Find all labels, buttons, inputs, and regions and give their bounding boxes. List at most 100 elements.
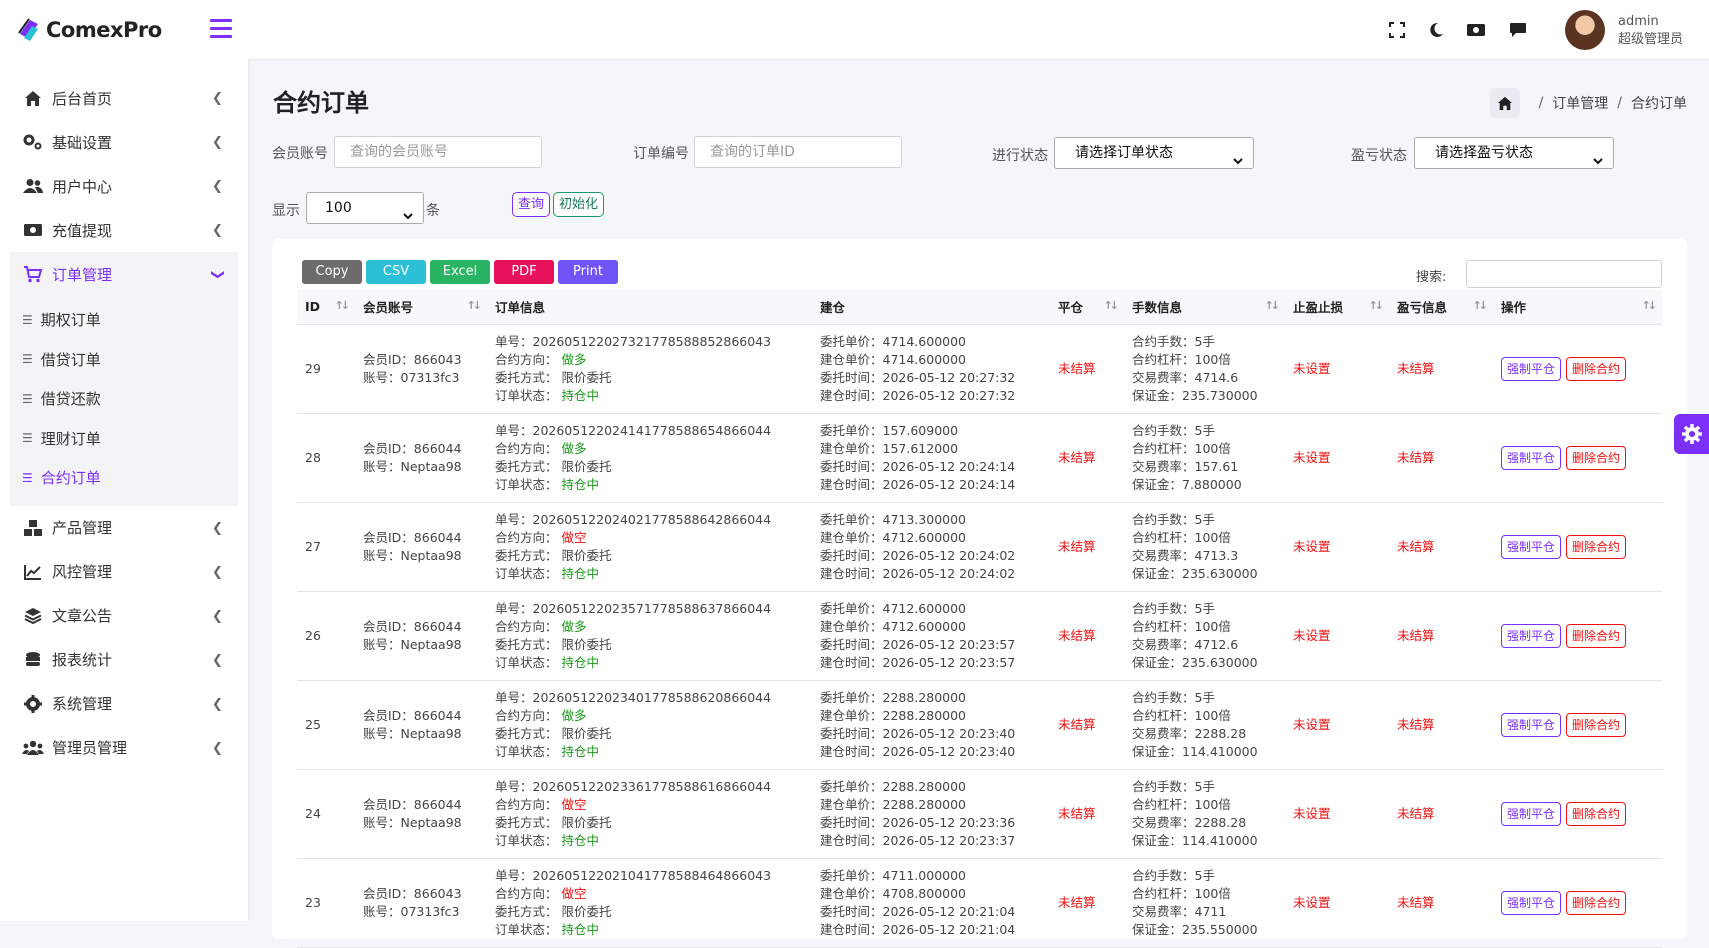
delete-contract-button[interactable]: 删除合约: [1566, 623, 1627, 648]
list-icon: ☰: [22, 391, 33, 406]
chat-icon[interactable]: [1506, 18, 1530, 42]
status-value: 持仓中: [561, 921, 600, 937]
member-account-input[interactable]: 查询的会员账号: [334, 136, 542, 168]
direction-value: 做多: [561, 618, 587, 634]
submenu-item-option-orders[interactable]: ☰ 期权订单: [10, 300, 238, 340]
entrust-time: 委托时间：2026-05-12 20:24:02: [820, 547, 1016, 563]
sidebar-item-admins[interactable]: 管理员管理 ❮: [0, 726, 248, 770]
sidebar-item-order-management[interactable]: 订单管理 ❮: [10, 252, 238, 296]
sidebar-item-system[interactable]: 系统管理 ❮: [0, 682, 248, 726]
excel-button[interactable]: Excel: [430, 260, 490, 284]
delete-contract-button[interactable]: 删除合约: [1566, 890, 1627, 915]
sidebar-item-label: 系统管理: [52, 695, 113, 713]
cell-close: 未结算: [1050, 591, 1124, 680]
status-line: 订单状态： 持仓中: [495, 743, 812, 761]
cell-tpsl: 未设置: [1285, 591, 1389, 680]
chevron-left-icon: ❮: [212, 223, 223, 238]
tpsl-status: 未设置: [1293, 538, 1331, 554]
direction-label: 合约方向：: [495, 351, 558, 367]
sidebar-item-label: 后台首页: [52, 89, 113, 108]
chevron-left-icon: ❮: [212, 179, 223, 194]
direction-label: 合约方向：: [495, 618, 558, 634]
chevron-left-icon: ❮: [212, 740, 223, 756]
reset-button[interactable]: 初始化: [553, 192, 605, 217]
status-label: 订单状态：: [495, 565, 558, 581]
sidebar-item-risk-control[interactable]: 风控管理 ❮: [0, 550, 248, 594]
brand[interactable]: ComexPro: [0, 0, 248, 60]
table-row: 25 会员ID：866044 账号：Neptaa98 单号：2026051220234…: [297, 680, 1662, 769]
avatar[interactable]: [1565, 10, 1605, 50]
home-icon[interactable]: [1489, 88, 1520, 118]
cell-order-info: 单号：20260512202336177858861686604​4 合约方向： …: [487, 769, 812, 858]
submenu-item-contract-orders[interactable]: ☰ 合约订单: [10, 458, 238, 498]
breadcrumb-current: 合约订单: [1631, 96, 1687, 112]
breadcrumb-order-management[interactable]: 订单管理: [1552, 93, 1608, 113]
table-search-input[interactable]: [1466, 260, 1662, 288]
cell-close: 未结算: [1050, 413, 1124, 502]
lots: 合约手数：5手: [1132, 333, 1215, 349]
money-icon[interactable]: [1464, 18, 1488, 42]
chevron-left-icon: ❮: [212, 608, 223, 624]
open-price: 建仓单价：4708.800000: [820, 885, 967, 901]
force-close-button[interactable]: 强制平仓: [1501, 445, 1562, 470]
column-header-pl[interactable]: 盈亏信息 ↑↓: [1389, 290, 1493, 325]
delete-contract-button[interactable]: 删除合约: [1566, 801, 1627, 826]
force-close-button[interactable]: 强制平仓: [1501, 890, 1562, 915]
column-header-actions[interactable]: 操作 ↑↓: [1493, 290, 1662, 325]
entrust-price: 委托单价：4711.000000: [820, 867, 967, 883]
force-close-button[interactable]: 强制平仓: [1501, 712, 1562, 737]
copy-button[interactable]: Copy: [302, 260, 362, 284]
column-header-lots[interactable]: 手数信息 ↑↓: [1124, 290, 1285, 325]
sidebar-item-products[interactable]: 产品管理 ❮: [0, 506, 248, 550]
query-button[interactable]: 查询: [512, 192, 551, 217]
print-button[interactable]: Print: [558, 260, 618, 284]
tpsl-status: 未设置: [1293, 449, 1331, 465]
delete-contract-button[interactable]: 删除合约: [1566, 356, 1627, 381]
order-number-input[interactable]: 查询的订单ID: [694, 136, 902, 168]
pdf-button[interactable]: PDF: [494, 260, 554, 284]
page-size-select[interactable]: 100: [306, 192, 424, 224]
column-header-close[interactable]: 平仓 ↑↓: [1050, 290, 1124, 325]
user-info[interactable]: admin 超级管理员: [1618, 13, 1683, 49]
order-status-select[interactable]: 请选择订单状态: [1054, 137, 1254, 169]
cell-order-info: 单号：20260512202357177858863786604​4 合约方向： …: [487, 591, 812, 680]
menu-toggle-icon[interactable]: [210, 19, 232, 39]
fullscreen-icon[interactable]: [1385, 18, 1409, 42]
column-header-id[interactable]: ID ↑↓: [297, 290, 355, 325]
force-close-button[interactable]: 强制平仓: [1501, 801, 1562, 826]
csv-button[interactable]: CSV: [366, 260, 426, 284]
sidebar-item-home[interactable]: 后台首页 ❮: [0, 76, 248, 120]
settings-gear-button[interactable]: [1674, 414, 1709, 454]
column-header-member[interactable]: 会员账号 ↑↓: [355, 290, 487, 325]
users-group-icon: [22, 737, 44, 759]
pl-status-select[interactable]: 请选择盈亏状态: [1414, 137, 1614, 169]
sidebar-item-user-center[interactable]: 用户中心 ❮: [0, 164, 248, 208]
sidebar-item-basic-settings[interactable]: 基础设置 ❮: [0, 120, 248, 164]
column-header-tpsl[interactable]: 止盈止损 ↑↓: [1285, 290, 1389, 325]
fee-rate: 交易费率：4712.6: [1132, 636, 1239, 652]
delete-contract-button[interactable]: 删除合约: [1566, 712, 1627, 737]
member-id: 会员ID：866044: [363, 796, 462, 812]
submenu-item-finance-orders[interactable]: ☰ 理财订单: [10, 419, 238, 459]
chevron-left-icon: ❮: [212, 520, 223, 536]
sidebar-item-label: 用户中心: [52, 177, 113, 196]
pl-status: 未结算: [1397, 627, 1435, 643]
close-status: 未结算: [1058, 360, 1096, 376]
delete-contract-button[interactable]: 删除合约: [1566, 445, 1627, 470]
lots: 合约手数：5手: [1132, 511, 1215, 527]
sidebar-item-reports[interactable]: 报表统计 ❮: [0, 638, 248, 682]
force-close-button[interactable]: 强制平仓: [1501, 623, 1562, 648]
cell-close: 未结算: [1050, 680, 1124, 769]
lots: 合约手数：5手: [1132, 778, 1215, 794]
sidebar-item-articles[interactable]: 文章公告 ❮: [0, 594, 248, 638]
fee-rate: 交易费率：4713.3: [1132, 547, 1239, 563]
sidebar-item-deposit-withdraw[interactable]: 充值提现 ❮: [0, 208, 248, 252]
submenu-item-loan-orders[interactable]: ☰ 借贷订单: [10, 340, 238, 380]
header-label: 盈亏信息: [1397, 300, 1448, 316]
pl-status: 未结算: [1397, 538, 1435, 554]
moon-icon[interactable]: [1424, 18, 1448, 42]
force-close-button[interactable]: 强制平仓: [1501, 356, 1562, 381]
force-close-button[interactable]: 强制平仓: [1501, 534, 1562, 559]
submenu-item-loan-repayment[interactable]: ☰ 借贷还款: [10, 379, 238, 419]
delete-contract-button[interactable]: 删除合约: [1566, 534, 1627, 559]
